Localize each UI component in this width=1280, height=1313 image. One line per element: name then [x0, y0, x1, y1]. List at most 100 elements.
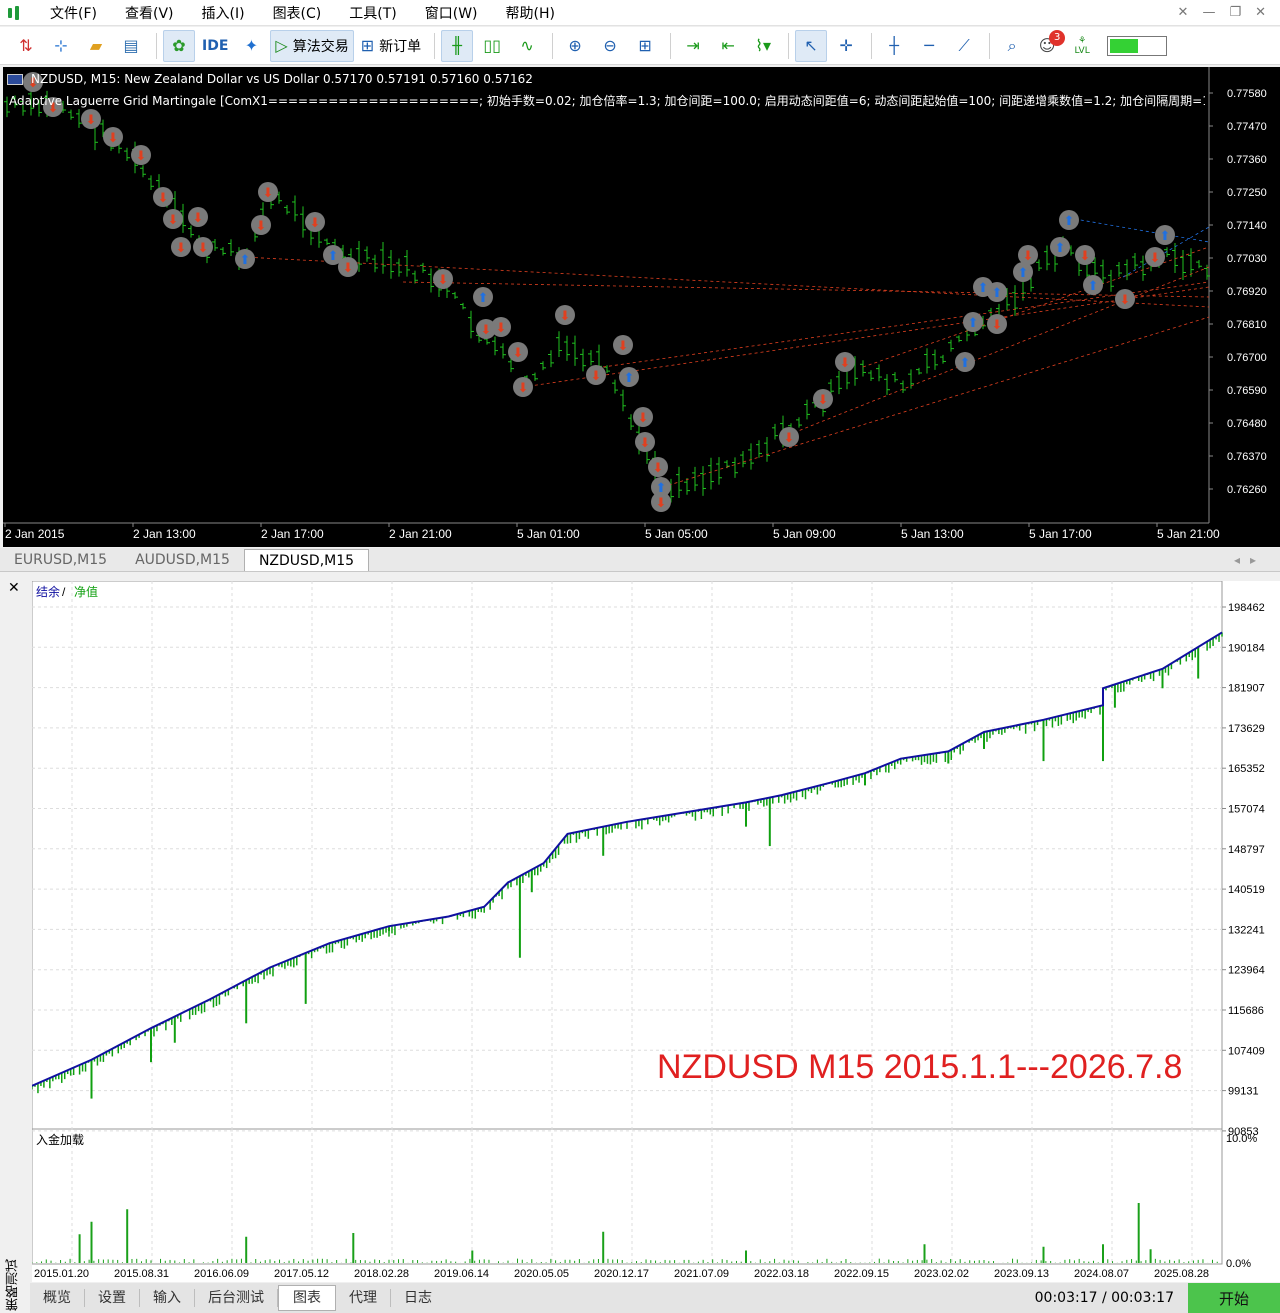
time-tick-label: 2 Jan 2015 — [5, 527, 65, 541]
tab-settings[interactable]: 设置 — [85, 1289, 140, 1307]
order-line — [242, 256, 1210, 308]
buy-arrow-icon: ⬆ — [1088, 279, 1099, 294]
sell-arrow-icon: ⬇ — [176, 241, 187, 256]
autoscroll-icon[interactable]: ⇥ — [677, 30, 709, 62]
sell-arrow-icon: ⬇ — [513, 346, 524, 361]
tester-side-panel: ✕ 策略测试 — [0, 574, 30, 1313]
new-chart-icon[interactable]: ⊹ — [45, 30, 77, 62]
add-order-icon: ⊞ — [360, 36, 375, 55]
app-logo-icon — [8, 5, 28, 21]
menu-window[interactable]: 窗口(W) — [411, 3, 492, 23]
pin-icon[interactable]: ✕ — [1178, 5, 1189, 20]
line-chart-icon[interactable]: ∿ — [511, 30, 543, 62]
time-tick-label: 5 Jan 05:00 — [645, 527, 708, 541]
horizontal-line-icon[interactable]: ─ — [913, 30, 945, 62]
buy-arrow-icon: ⬆ — [328, 249, 339, 264]
tab-eurusd[interactable]: EURUSD,M15 — [0, 549, 121, 571]
sell-arrow-icon: ⬇ — [640, 436, 651, 451]
ai-sparkle-icon[interactable]: ✦ — [235, 30, 267, 62]
y-tick-label: 140519 — [1228, 884, 1265, 896]
balance-chart[interactable]: 2015.01.20 2015.08.31 2016.06.09 2017.05.12… — [32, 581, 1280, 1282]
market-icon[interactable]: ✿ — [163, 29, 195, 62]
menu-help[interactable]: 帮助(H) — [492, 3, 569, 23]
sell-arrow-icon: ⬇ — [168, 213, 179, 228]
legend-balance: 结余 — [36, 584, 60, 599]
y-tick-label: 165352 — [1228, 763, 1265, 775]
indicators-icon[interactable]: ⌇▾ — [747, 30, 779, 62]
toolbar: ⇅ ⊹ ▰ ▤ ✿ IDE ✦ ▷ 算法交易 ⊞ 新订单 ╫ ▯▯ ∿ ⊕ ⊖ … — [0, 27, 1280, 65]
search-icon[interactable]: ⌕ — [996, 30, 1028, 62]
y-tick-label: 198462 — [1228, 602, 1265, 614]
time-tick-label: 5 Jan 13:00 — [901, 527, 964, 541]
legend-separator: / — [62, 585, 66, 599]
tab-overview[interactable]: 概览 — [30, 1289, 85, 1307]
zoom-out-icon[interactable]: ⊖ — [594, 30, 626, 62]
balance-chart-canvas: 2015.01.20 2015.08.31 2016.06.09 2017.05.12… — [32, 581, 1265, 1280]
y-tick-label: 123964 — [1228, 965, 1265, 977]
tile-windows-icon[interactable]: ⊞ — [629, 30, 661, 62]
trendline-icon[interactable]: ⟋ — [948, 30, 980, 62]
sell-arrow-icon: ⬇ — [481, 323, 492, 338]
notifications-icon[interactable]: ☺ 3 — [1031, 29, 1066, 62]
expert-advisor-label: Adaptive Laguerre Grid Martingale [ComX1… — [9, 94, 1205, 108]
tab-inputs[interactable]: 输入 — [140, 1289, 195, 1307]
menu-file[interactable]: 文件(F) — [36, 3, 111, 23]
cursor-icon[interactable]: ↖ — [795, 29, 828, 62]
x-tick-label: 2015.01.20 — [34, 1268, 89, 1280]
restore-icon[interactable]: ❐ — [1229, 5, 1241, 20]
crosshair-icon[interactable]: ✛ — [830, 30, 862, 62]
start-button[interactable]: 开始 — [1188, 1283, 1280, 1313]
y-tick-label: 181907 — [1228, 683, 1265, 695]
templates-icon[interactable]: ▤ — [115, 30, 147, 62]
sell-arrow-icon: ⬇ — [496, 321, 507, 336]
close-icon[interactable]: ✕ — [1255, 5, 1266, 20]
vertical-line-icon[interactable]: ┼ — [878, 30, 910, 62]
elapsed-time: 00:03:17 / 00:03:17 — [1034, 1290, 1174, 1306]
tab-audusd[interactable]: AUDUSD,M15 — [121, 549, 244, 571]
sell-arrow-icon: ⬇ — [263, 186, 274, 201]
algo-trading-button[interactable]: ▷ 算法交易 — [270, 29, 354, 62]
menu-view[interactable]: 查看(V) — [111, 3, 188, 23]
x-tick-label: 2020.05.05 — [514, 1268, 569, 1280]
play-icon: ▷ — [275, 36, 288, 55]
tab-journal[interactable]: 日志 — [391, 1289, 445, 1307]
sell-arrow-icon: ⬇ — [560, 309, 571, 324]
zoom-in-icon[interactable]: ⊕ — [559, 30, 591, 62]
sell-arrow-icon: ⬇ — [256, 219, 267, 234]
x-tick-label: 2024.08.07 — [1074, 1268, 1129, 1280]
tab-graph[interactable]: 图表 — [278, 1285, 336, 1311]
buy-arrow-icon: ⬆ — [960, 356, 971, 371]
profiles-folder-icon[interactable]: ▰ — [80, 30, 112, 62]
candlestick-icon[interactable]: ▯▯ — [476, 30, 508, 62]
price-tick-label: 0.77470 — [1227, 121, 1267, 133]
y-tick-label: 190184 — [1228, 642, 1265, 654]
new-order-button[interactable]: ⊞ 新订单 — [357, 30, 425, 62]
price-tick-label: 0.76480 — [1227, 418, 1267, 430]
balance-line — [32, 631, 1223, 1087]
time-tick-label: 5 Jan 01:00 — [517, 527, 580, 541]
tab-scroll-arrows-icon[interactable]: ◂▸ — [1234, 553, 1280, 571]
buy-sell-icon[interactable]: ⇅ — [10, 30, 42, 62]
ide-button[interactable]: IDE — [198, 30, 232, 62]
tab-agents[interactable]: 代理 — [336, 1289, 391, 1307]
bar-chart-icon[interactable]: ╫ — [441, 29, 474, 62]
tab-backtest[interactable]: 后台测试 — [195, 1289, 278, 1307]
minimize-icon[interactable]: — — [1202, 5, 1215, 20]
deposit-y-tick-label: 10.0% — [1226, 1133, 1257, 1145]
menu-insert[interactable]: 插入(I) — [188, 3, 259, 23]
chart-shift-icon[interactable]: ⇤ — [712, 30, 744, 62]
x-tick-label: 2022.09.15 — [834, 1268, 889, 1280]
sell-arrow-icon: ⬇ — [1150, 251, 1161, 266]
sell-arrow-icon: ⬇ — [343, 261, 354, 276]
tab-nzdusd[interactable]: NZDUSD,M15 — [243, 549, 370, 571]
price-chart[interactable]: 0.77580 0.77470 0.77360 0.77250 0.77140 0.770… — [3, 67, 1280, 547]
sell-arrow-icon: ⬇ — [784, 431, 795, 446]
signal-strength-fill — [1110, 38, 1139, 53]
menu-tools[interactable]: 工具(T) — [335, 3, 410, 23]
menu-charts[interactable]: 图表(C) — [259, 3, 336, 23]
sell-arrow-icon: ⬇ — [136, 149, 147, 164]
price-tick-label: 0.77140 — [1227, 220, 1267, 232]
close-icon[interactable]: ✕ — [8, 580, 20, 596]
x-tick-label: 2023.09.13 — [994, 1268, 1049, 1280]
level-icon[interactable]: ⚘ LVL — [1066, 30, 1098, 62]
